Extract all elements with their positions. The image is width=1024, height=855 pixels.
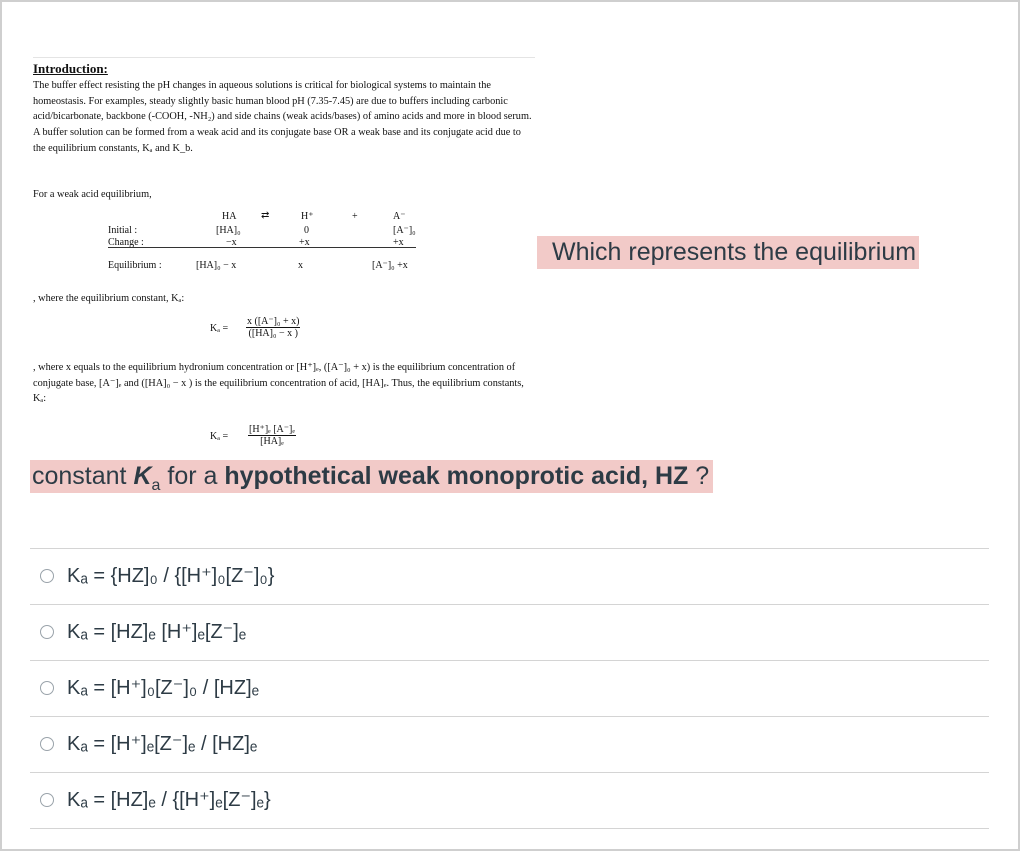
ice-equilibrium-a: [A⁻]₀ +x	[372, 260, 408, 271]
answer-option-4[interactable]: Kₐ = [H⁺]ₑ[Z⁻]ₑ / [HZ]ₑ	[30, 716, 989, 772]
answer-label[interactable]: Kₐ = [H⁺]ₑ[Z⁻]ₑ / [HZ]ₑ	[67, 729, 257, 759]
question-bold-acid: hypothetical weak monoprotic acid, HZ	[224, 462, 689, 490]
ice-equilibrium-ha: [HA]₀ − x	[196, 260, 237, 271]
ka-expression-numerator: x ([A⁻]₀ + x)	[246, 316, 301, 328]
answer-option-5[interactable]: Kₐ = [HZ]ₑ / {[H⁺]ₑ[Z⁻]ₑ}	[30, 772, 989, 829]
ka-expression-fraction: x ([A⁻]₀ + x) ([HA]₀ − x )	[246, 316, 301, 339]
ice-divider	[108, 247, 416, 248]
ice-species-ha: HA	[222, 211, 237, 222]
question-prefix: constant	[32, 462, 134, 490]
ice-species-a: A⁻	[393, 211, 406, 222]
ice-species-h: H⁺	[301, 211, 314, 222]
ice-equilibrium-label: Equilibrium :	[108, 260, 162, 271]
question-end: ?	[688, 462, 710, 490]
intro-divider	[33, 57, 535, 58]
weak-acid-line: For a weak acid equilibrium,	[33, 189, 152, 200]
radio-button[interactable]	[40, 737, 54, 751]
question-text-line1: Which represents the equilibrium	[537, 236, 920, 269]
ka-expression-denominator: ([HA]₀ − x )	[248, 328, 298, 339]
radio-button[interactable]	[40, 625, 54, 639]
ka-expression-lhs: Kₐ =	[210, 323, 229, 334]
ka-expression2-numerator: [H⁺]ₑ [A⁻]ₑ	[248, 424, 296, 436]
answer-option-1[interactable]: Kₐ = {HZ]₀ / {[H⁺]₀[Z⁻]₀}	[30, 548, 989, 604]
ice-initial-h: 0	[304, 225, 309, 236]
ice-initial-a: [A⁻]₀	[393, 225, 416, 236]
ice-initial-label: Initial :	[108, 225, 138, 236]
intro-paragraph: The buffer effect resisting the pH chang…	[33, 80, 532, 154]
question-k-symbol: K	[133, 462, 152, 490]
ka-expression2-denominator: [HA]ₑ	[260, 436, 284, 447]
radio-button[interactable]	[40, 681, 54, 695]
answer-list: Kₐ = {HZ]₀ / {[H⁺]₀[Z⁻]₀} Kₐ = [HZ]ₑ [H⁺…	[30, 548, 989, 829]
question-mid: for a	[160, 462, 225, 490]
introduction-section: Introduction: The buffer effect resistin…	[33, 60, 533, 157]
answer-label[interactable]: Kₐ = {HZ]₀ / {[H⁺]₀[Z⁻]₀}	[67, 561, 274, 591]
equilibrium-arrow-icon: ⇄	[261, 210, 270, 221]
ka-expression2-lhs: Kₐ =	[210, 431, 229, 442]
intro-title: Introduction:	[33, 61, 108, 76]
answer-label[interactable]: Kₐ = [HZ]ₑ / {[H⁺]ₑ[Z⁻]ₑ}	[67, 785, 271, 815]
where-ka-line: , where the equilibrium constant, Kₐ:	[33, 293, 185, 304]
ice-initial-ha: [HA]₀	[216, 225, 241, 236]
answer-label[interactable]: Kₐ = [H⁺]₀[Z⁻]₀ / [HZ]ₑ	[67, 673, 259, 703]
ka-expression2-fraction: [H⁺]ₑ [A⁻]ₑ [HA]ₑ	[248, 424, 296, 447]
ice-equilibrium-h: x	[298, 260, 303, 271]
where-x-paragraph: , where x equals to the equilibrium hydr…	[33, 362, 524, 405]
answer-label[interactable]: Kₐ = [HZ]ₑ [H⁺]ₑ[Z⁻]ₑ	[67, 617, 246, 647]
answer-option-2[interactable]: Kₐ = [HZ]ₑ [H⁺]ₑ[Z⁻]ₑ	[30, 604, 989, 660]
radio-button[interactable]	[40, 793, 54, 807]
question-text-line2: constant Ka for a hypothetical weak mono…	[30, 460, 714, 494]
ice-plus: +	[352, 211, 358, 222]
radio-button[interactable]	[40, 569, 54, 583]
answer-option-3[interactable]: Kₐ = [H⁺]₀[Z⁻]₀ / [HZ]ₑ	[30, 660, 989, 716]
